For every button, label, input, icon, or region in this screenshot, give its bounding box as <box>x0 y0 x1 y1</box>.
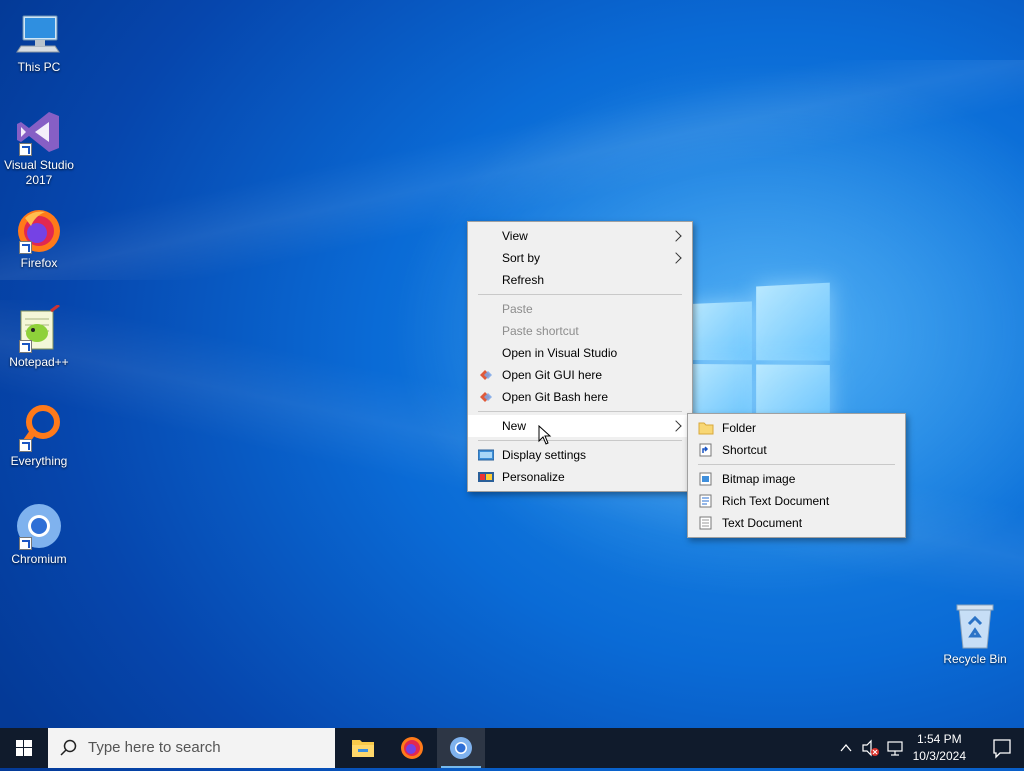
submenu-item-rich-text-document[interactable]: Rich Text Document <box>688 490 905 512</box>
menu-item-label: Display settings <box>502 448 587 462</box>
clock-date: 10/3/2024 <box>912 749 966 763</box>
menu-item-refresh[interactable]: Refresh <box>468 269 692 291</box>
desktop-icon-recycle-bin[interactable]: Recycle Bin <box>936 602 1014 667</box>
menu-item-label: View <box>502 229 528 243</box>
shortcut-arrow-icon <box>19 143 32 156</box>
desktop-icon-everything[interactable]: Everything <box>0 404 78 469</box>
desktop-icon-firefox[interactable]: Firefox <box>0 206 78 271</box>
recycle-bin-icon <box>956 604 994 649</box>
desktop-context-menu: View Sort by Refresh Paste Paste shortcu… <box>467 221 693 492</box>
network-icon[interactable] <box>886 739 904 757</box>
menu-separator <box>478 294 682 295</box>
chevron-right-icon <box>670 252 682 264</box>
desktop-icon-notepad-plus-plus[interactable]: Notepad++ <box>0 303 78 370</box>
menu-item-open-git-gui[interactable]: Open Git GUI here <box>468 364 692 386</box>
desktop-icon-chromium[interactable]: Chromium <box>0 502 78 567</box>
menu-item-label: Folder <box>722 421 757 435</box>
shortcut-arrow-icon <box>19 439 32 452</box>
search-icon <box>60 739 77 756</box>
shortcut-arrow-icon <box>19 241 32 254</box>
git-icon <box>480 370 492 380</box>
submenu-item-folder[interactable]: Folder <box>688 417 905 439</box>
shortcut-arrow-icon <box>19 537 32 550</box>
desktop-icon-this-pc[interactable]: This PC <box>0 10 78 75</box>
desktop-icon-label: Visual Studio 2017 <box>4 158 74 187</box>
menu-item-label: Open Git Bash here <box>502 390 609 404</box>
rich-text-icon <box>699 494 712 508</box>
volume-muted-icon[interactable] <box>861 739 881 757</box>
personalize-icon <box>478 472 494 482</box>
menu-item-paste[interactable]: Paste <box>468 298 692 320</box>
notification-icon <box>993 739 1011 759</box>
desktop-icon-label: Chromium <box>11 552 67 566</box>
menu-item-label: Sort by <box>502 251 541 265</box>
taskbar-file-explorer[interactable] <box>339 728 387 768</box>
folder-icon <box>698 422 714 435</box>
shortcut-arrow-icon <box>19 340 32 353</box>
chevron-right-icon <box>670 230 682 242</box>
menu-item-sort-by[interactable]: Sort by <box>468 247 692 269</box>
computer-icon <box>16 15 60 53</box>
menu-item-personalize[interactable]: Personalize <box>468 466 692 488</box>
firefox-icon <box>401 737 423 759</box>
desktop-icon-label: This PC <box>17 60 61 74</box>
menu-separator <box>478 440 682 441</box>
desktop-icon-label: Everything <box>10 454 68 468</box>
menu-item-label: Shortcut <box>722 443 767 457</box>
text-document-icon <box>699 516 712 530</box>
menu-item-display-settings[interactable]: Display settings <box>468 444 692 466</box>
chromium-icon <box>450 737 472 759</box>
search-placeholder: Type here to search <box>88 739 221 756</box>
submenu-item-shortcut[interactable]: Shortcut <box>688 439 905 461</box>
menu-item-label: Paste <box>502 302 533 316</box>
taskbar-search-box[interactable]: Type here to search <box>48 728 335 768</box>
menu-item-label: Open Git GUI here <box>502 368 603 382</box>
menu-item-label: Text Document <box>722 516 803 530</box>
taskbar: Type here to search 1:54 PM 10/3/2024 <box>0 728 1024 768</box>
menu-item-open-in-visual-studio[interactable]: Open in Visual Studio <box>468 342 692 364</box>
start-button[interactable] <box>0 728 48 768</box>
menu-item-label: Rich Text Document <box>722 494 830 508</box>
clock-time: 1:54 PM <box>916 732 962 746</box>
windows-logo-wallpaper <box>690 282 830 428</box>
bitmap-icon <box>699 472 712 486</box>
taskbar-firefox[interactable] <box>388 728 436 768</box>
menu-item-open-git-bash[interactable]: Open Git Bash here <box>468 386 692 408</box>
menu-item-label: Paste shortcut <box>502 324 579 338</box>
menu-separator <box>478 411 682 412</box>
shortcut-icon <box>699 443 712 457</box>
menu-item-view[interactable]: View <box>468 225 692 247</box>
menu-item-label: New <box>502 419 527 433</box>
menu-item-label: Bitmap image <box>722 472 796 486</box>
mouse-cursor-icon <box>538 425 552 445</box>
menu-item-label: Refresh <box>502 273 545 287</box>
display-icon <box>478 449 494 461</box>
desktop-icon-label: Firefox <box>20 256 58 270</box>
desktop-icon-label: Recycle Bin <box>943 652 1007 666</box>
menu-item-label: Personalize <box>502 470 565 484</box>
git-icon <box>480 392 492 402</box>
taskbar-chromium[interactable] <box>437 728 485 768</box>
windows-start-icon <box>16 740 32 756</box>
tray-chevron-up-icon[interactable] <box>838 740 854 756</box>
chevron-right-icon <box>670 420 682 432</box>
taskbar-clock[interactable]: 1:54 PM 10/3/2024 <box>913 731 966 765</box>
file-explorer-icon <box>352 740 374 757</box>
action-center-button[interactable] <box>980 728 1024 768</box>
menu-item-label: Open in Visual Studio <box>502 346 618 360</box>
new-submenu: Folder Shortcut Bitmap image Rich Text D… <box>687 413 906 538</box>
desktop-icon-visual-studio[interactable]: Visual Studio 2017 <box>0 108 78 188</box>
menu-separator <box>698 464 895 465</box>
menu-item-new[interactable]: New <box>468 415 692 437</box>
desktop-icon-label: Notepad++ <box>9 355 69 369</box>
menu-item-paste-shortcut[interactable]: Paste shortcut <box>468 320 692 342</box>
submenu-item-bitmap-image[interactable]: Bitmap image <box>688 468 905 490</box>
submenu-item-text-document[interactable]: Text Document <box>688 512 905 534</box>
